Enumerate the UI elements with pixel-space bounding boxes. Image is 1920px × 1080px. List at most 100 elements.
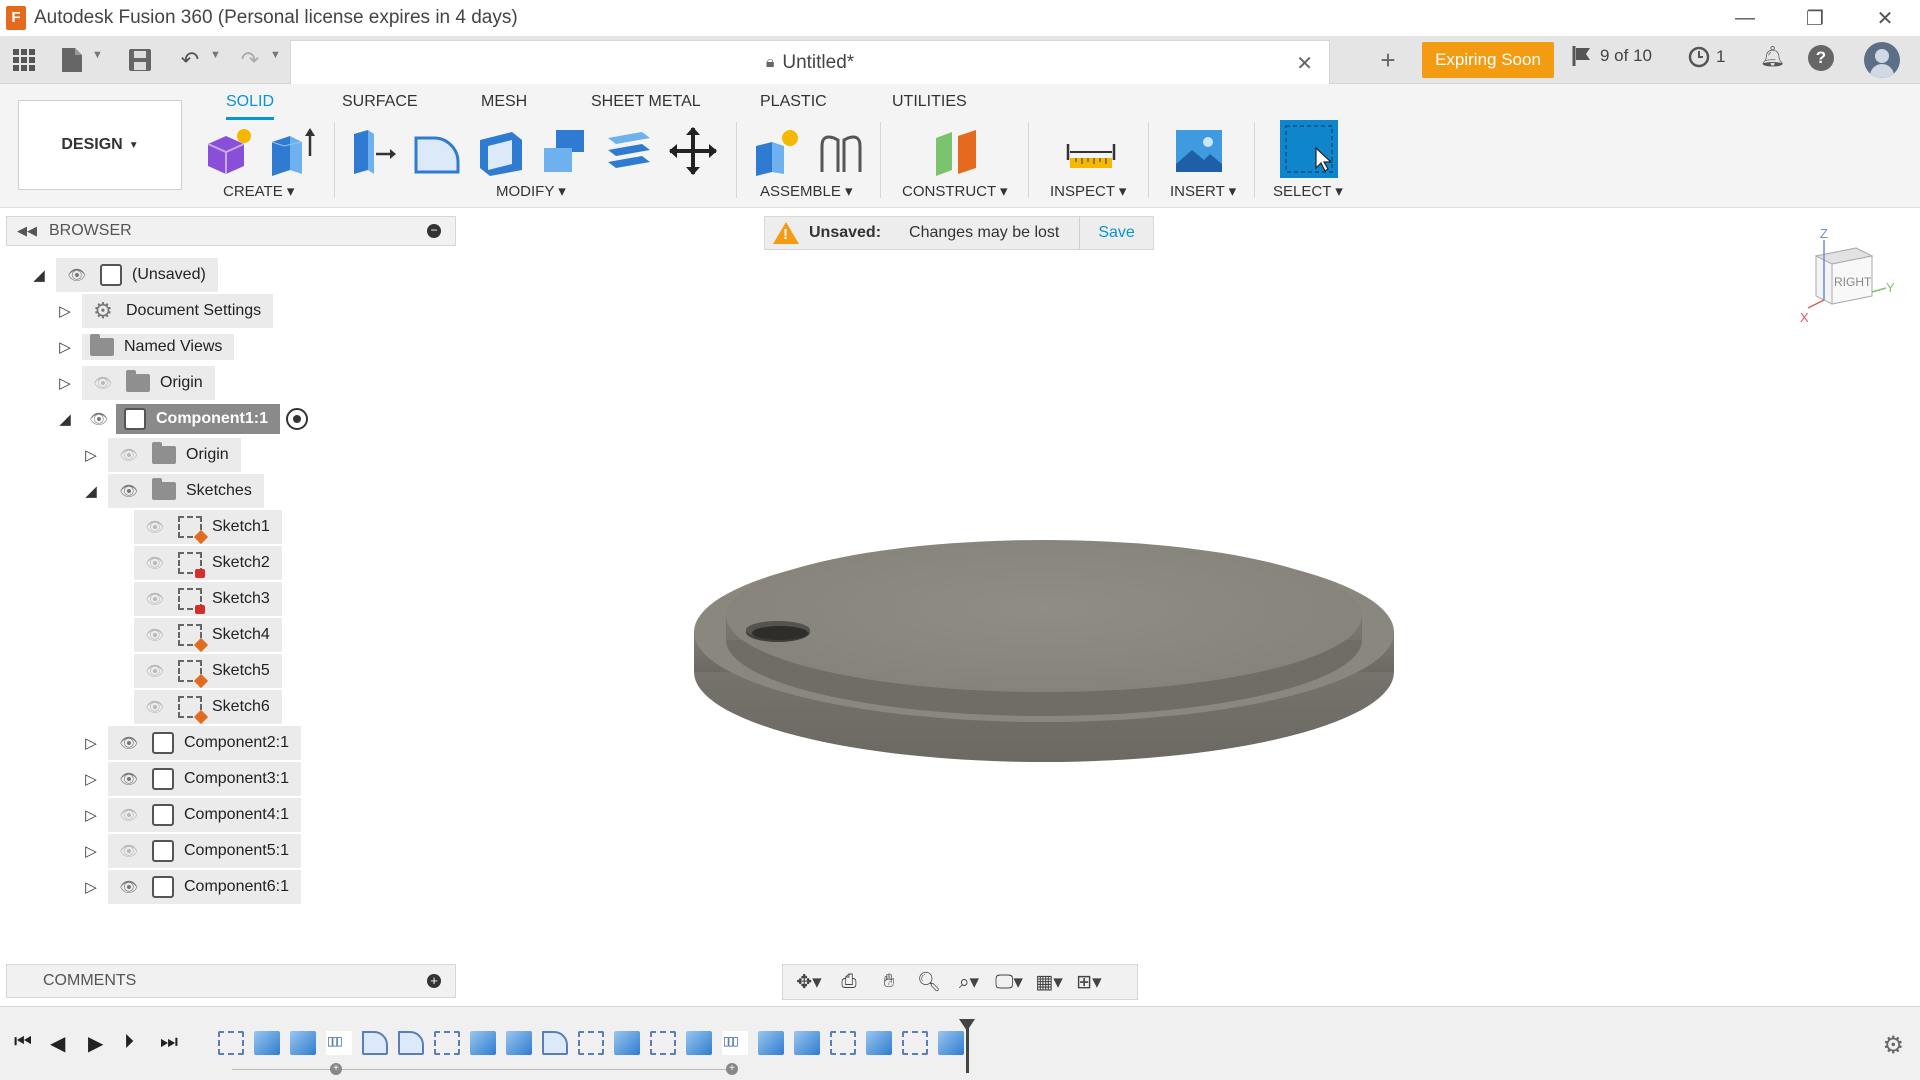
- previous-step-icon[interactable]: ◀︎: [50, 1031, 65, 1056]
- tree-node-component6[interactable]: 👁︎ Component6:1: [108, 870, 301, 904]
- offset-plane-icon[interactable]: [930, 124, 984, 178]
- new-component-icon[interactable]: [202, 124, 256, 178]
- collapsed-triangle-icon[interactable]: ▷: [56, 302, 74, 320]
- timeline-joint-icon[interactable]: [326, 1031, 352, 1055]
- hidden-eye-icon[interactable]: 👁︎: [90, 370, 116, 396]
- timeline-sketch-icon[interactable]: [218, 1031, 244, 1055]
- tab-mesh[interactable]: MESH: [481, 90, 527, 120]
- timeline-sketch-icon[interactable]: [434, 1031, 460, 1055]
- press-pull-icon[interactable]: [346, 124, 400, 178]
- visibility-eye-icon[interactable]: 👁︎: [64, 262, 90, 288]
- collapsed-triangle-icon[interactable]: ▷: [82, 806, 100, 824]
- tree-node-named-views[interactable]: Named Views: [82, 334, 235, 360]
- play-icon[interactable]: ▶︎: [88, 1031, 103, 1056]
- undo-icon[interactable]: ↶: [174, 44, 206, 76]
- timeline-fillet-icon[interactable]: [542, 1031, 568, 1055]
- comments-panel-header[interactable]: COMMENTS +: [6, 964, 456, 998]
- create-group-menu[interactable]: CREATE ▾: [223, 182, 294, 200]
- tree-node-component4[interactable]: 👁︎ Component4:1: [108, 798, 301, 832]
- tree-row-sketch2[interactable]: 👁︎ Sketch2: [134, 546, 282, 580]
- orbit-icon[interactable]: ✥▾: [791, 968, 827, 996]
- minimize-button[interactable]: —: [1710, 0, 1780, 36]
- timeline-extrude-icon[interactable]: [254, 1031, 280, 1055]
- display-settings-icon[interactable]: 🖵▾: [991, 968, 1027, 996]
- tree-row-origin[interactable]: ▷ 👁︎ Origin: [56, 366, 215, 400]
- measure-icon[interactable]: [1064, 124, 1118, 178]
- 3d-model-disc[interactable]: [690, 512, 1400, 762]
- timeline-sketch-icon[interactable]: [830, 1031, 856, 1055]
- tree-row-named-views[interactable]: ▷ Named Views: [56, 332, 235, 362]
- timeline-extrude-icon[interactable]: [614, 1031, 640, 1055]
- tree-node-sketch3[interactable]: 👁︎ Sketch3: [134, 582, 282, 616]
- undo-caret-icon[interactable]: ▼: [210, 49, 221, 61]
- tree-row-component1[interactable]: ◢ 👁︎ Component1:1: [56, 404, 308, 434]
- select-group-menu[interactable]: SELECT ▾: [1273, 182, 1343, 200]
- timeline-extrude-icon[interactable]: [866, 1031, 892, 1055]
- tree-row-comp1-origin[interactable]: ▷ 👁︎ Origin: [82, 438, 241, 472]
- insert-group-menu[interactable]: INSERT ▾: [1170, 182, 1236, 200]
- hidden-eye-icon[interactable]: 👁︎: [116, 802, 142, 828]
- tree-row-component4[interactable]: ▷ 👁︎ Component4:1: [82, 798, 301, 832]
- visibility-eye-icon[interactable]: 👁︎: [116, 766, 142, 792]
- modify-group-menu[interactable]: MODIFY ▾: [496, 182, 566, 200]
- timeline-extrude-icon[interactable]: [686, 1031, 712, 1055]
- zoom-icon[interactable]: 🔍︎: [911, 968, 947, 996]
- file-menu-caret-icon[interactable]: ▼: [92, 49, 103, 61]
- timeline-group-expand-icon[interactable]: +: [726, 1063, 738, 1075]
- job-status[interactable]: 9 of 10: [1572, 46, 1652, 66]
- view-cube-face[interactable]: RIGHT: [1834, 275, 1872, 289]
- tree-row-sketches[interactable]: ◢ 👁︎ Sketches: [82, 474, 264, 508]
- visibility-eye-icon[interactable]: 👁︎: [116, 478, 142, 504]
- user-avatar[interactable]: [1864, 42, 1900, 78]
- collapsed-triangle-icon[interactable]: ▷: [56, 374, 74, 392]
- fillet-icon[interactable]: [410, 124, 464, 178]
- construct-group-menu[interactable]: CONSTRUCT ▾: [902, 182, 1008, 200]
- browser-panel-header[interactable]: ◀◀ BROWSER −: [6, 216, 456, 246]
- insert-image-icon[interactable]: [1172, 124, 1226, 178]
- workspace-switcher[interactable]: DESIGN ▼: [18, 100, 182, 190]
- select-tool-icon[interactable]: [1278, 118, 1340, 180]
- save-icon[interactable]: [124, 44, 156, 76]
- look-at-icon[interactable]: ⎙: [831, 968, 867, 996]
- tree-row-root[interactable]: ◢ 👁︎ (Unsaved): [30, 258, 218, 292]
- close-window-button[interactable]: ✕: [1850, 0, 1920, 36]
- document-tab[interactable]: 🔒︎ Untitled* ✕: [290, 40, 1330, 84]
- visibility-eye-icon[interactable]: 👁︎: [116, 874, 142, 900]
- timeline-sketch-icon[interactable]: [578, 1031, 604, 1055]
- timeline-settings-gear-icon[interactable]: ⚙: [1882, 1031, 1904, 1060]
- new-component-assemble-icon[interactable]: [750, 124, 804, 178]
- timeline-marker[interactable]: [959, 1019, 975, 1073]
- timeline-combine-icon[interactable]: [758, 1031, 784, 1055]
- timeline-extrude-icon[interactable]: [506, 1031, 532, 1055]
- collapse-panel-icon[interactable]: ◀◀: [17, 223, 37, 239]
- timeline-fillet-icon[interactable]: [398, 1031, 424, 1055]
- timeline-combine-icon[interactable]: [794, 1031, 820, 1055]
- viewports-icon[interactable]: ⊞▾: [1071, 968, 1107, 996]
- expanded-triangle-icon[interactable]: ◢: [82, 482, 100, 500]
- tree-row-document-settings[interactable]: ▷ ⚙ Document Settings: [56, 294, 274, 328]
- tree-node-root[interactable]: 👁︎ (Unsaved): [56, 258, 218, 292]
- inspect-group-menu[interactable]: INSPECT ▾: [1050, 182, 1126, 200]
- timeline-extrude-icon[interactable]: [938, 1031, 964, 1055]
- restore-button[interactable]: ❐: [1780, 0, 1850, 36]
- minimize-panel-icon[interactable]: −: [427, 224, 441, 238]
- tree-node-document-settings[interactable]: ⚙ Document Settings: [82, 294, 274, 328]
- hidden-eye-icon[interactable]: 👁︎: [142, 694, 168, 720]
- timeline-sketch-icon[interactable]: [650, 1031, 676, 1055]
- move-icon[interactable]: [666, 124, 720, 178]
- timeline-joint-icon[interactable]: [722, 1031, 748, 1055]
- tab-sheet-metal[interactable]: SHEET METAL: [591, 90, 701, 120]
- tree-node-component3[interactable]: 👁︎ Component3:1: [108, 762, 301, 796]
- collapsed-triangle-icon[interactable]: ▷: [82, 842, 100, 860]
- tree-node-origin[interactable]: 👁︎ Origin: [82, 366, 215, 400]
- hidden-eye-icon[interactable]: 👁︎: [142, 586, 168, 612]
- file-menu-icon[interactable]: [56, 44, 88, 76]
- tree-node-component2[interactable]: 👁︎ Component2:1: [108, 726, 301, 760]
- tree-node-sketch4[interactable]: 👁︎ Sketch4: [134, 618, 282, 653]
- timeline-sketch-icon[interactable]: [902, 1031, 928, 1055]
- last-step-icon[interactable]: ⏭: [160, 1031, 178, 1054]
- offset-face-icon[interactable]: [602, 124, 656, 178]
- collapsed-triangle-icon[interactable]: ▷: [82, 878, 100, 896]
- tree-node-sketch6[interactable]: 👁︎ Sketch6: [134, 690, 282, 725]
- collapsed-triangle-icon[interactable]: ▷: [82, 770, 100, 788]
